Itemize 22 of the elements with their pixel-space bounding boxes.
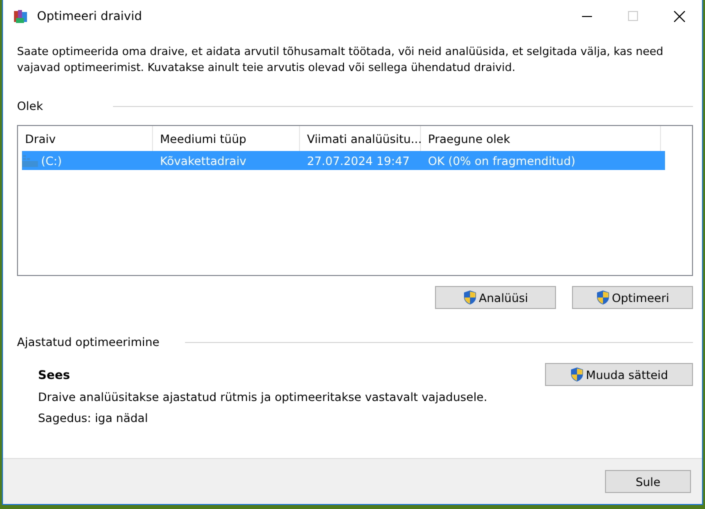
action-button[interactable]: Analüüsi bbox=[435, 286, 556, 309]
section-title: Olek bbox=[17, 99, 44, 113]
frequency-text: Sagedus: iga nädal bbox=[37, 411, 149, 425]
action-button[interactable]: Optimeeri bbox=[572, 286, 693, 309]
maximize-icon bbox=[628, 11, 638, 21]
table-cell: 27.07.2024 19:47 bbox=[307, 154, 410, 168]
app-icon bbox=[13, 8, 29, 24]
close-icon bbox=[674, 10, 684, 22]
schedule-state: Sees bbox=[38, 368, 70, 382]
shield-icon bbox=[570, 367, 584, 382]
table-cell: (C:) bbox=[41, 154, 62, 168]
shield-icon bbox=[596, 290, 610, 305]
drive-icon bbox=[22, 154, 38, 166]
description-text: Saate optimeerida oma draive, et aidata arvutil tõhusamalt töötada, või neid analüüsida, et selgitada välja, kas need vajavad optimeerimist. Kuvatakse ainult teie arvutis olevad või sellega ühendatud draivid. bbox=[17, 44, 664, 76]
window-title: Optimeeri draivid bbox=[37, 9, 143, 23]
shield-icon bbox=[462, 290, 477, 305]
table-cell: OK (0% on fragmenditud) bbox=[428, 154, 576, 168]
settings-button[interactable]: Muuda sätteid bbox=[545, 363, 693, 386]
section-title: Ajastatud optimeerimine bbox=[17, 335, 160, 349]
schedule-description: Draive analüüsitakse ajastatud rütmis ja optimeeritakse vastavalt vajadusele. bbox=[37, 390, 488, 404]
close-button[interactable]: Sule bbox=[605, 470, 691, 493]
table-cell: Kõvakettadraiv bbox=[160, 154, 246, 168]
